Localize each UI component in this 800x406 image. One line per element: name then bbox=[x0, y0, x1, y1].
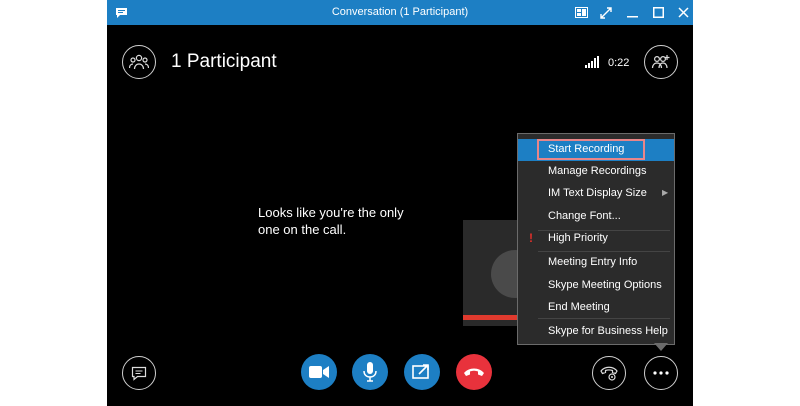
menu-item-meeting-entry-info[interactable]: Meeting Entry Info bbox=[518, 252, 674, 274]
participants-button[interactable] bbox=[122, 45, 156, 79]
self-video-tile bbox=[463, 220, 519, 326]
mic-button[interactable] bbox=[352, 354, 388, 390]
call-controls-button[interactable] bbox=[592, 356, 626, 390]
tile-status-bar bbox=[463, 315, 519, 320]
participants-icon bbox=[129, 54, 149, 70]
menu-item-manage-recordings[interactable]: Manage Recordings bbox=[518, 161, 674, 183]
alone-message-line2: one on the call. bbox=[258, 222, 347, 237]
alone-message: Looks like you're the only one on the ca… bbox=[258, 204, 448, 238]
menu-item-label: End Meeting bbox=[548, 301, 610, 313]
menu-item-high-priority[interactable]: ! High Priority bbox=[518, 228, 674, 250]
more-options-icon bbox=[653, 371, 669, 375]
menu-item-label: Skype Meeting Options bbox=[548, 279, 662, 291]
share-screen-button[interactable] bbox=[404, 354, 440, 390]
hang-up-icon bbox=[464, 368, 484, 376]
menu-item-change-font[interactable]: Change Font... bbox=[518, 206, 674, 228]
add-people-icon bbox=[651, 55, 670, 69]
priority-icon: ! bbox=[529, 231, 533, 245]
full-screen-icon[interactable] bbox=[598, 0, 614, 25]
menu-item-skype-for-business-help[interactable]: Skype for Business Help bbox=[518, 321, 674, 343]
video-button[interactable] bbox=[301, 354, 337, 390]
menu-item-label: Meeting Entry Info bbox=[548, 256, 638, 268]
layout-icon[interactable] bbox=[573, 0, 589, 25]
video-camera-icon bbox=[309, 366, 329, 378]
hang-up-button[interactable] bbox=[456, 354, 492, 390]
minimize-icon[interactable] bbox=[624, 0, 640, 25]
menu-item-end-meeting[interactable]: End Meeting bbox=[518, 297, 674, 319]
signal-strength-icon bbox=[585, 56, 599, 68]
conversation-window: Conversation (1 Participant) 1 Participa… bbox=[107, 0, 693, 406]
participants-count: 1 Participant bbox=[171, 51, 277, 72]
menu-item-label: IM Text Display Size bbox=[548, 187, 647, 199]
chat-bubble-icon bbox=[131, 366, 147, 381]
chat-button[interactable] bbox=[122, 356, 156, 390]
menu-item-label: Change Font... bbox=[548, 210, 621, 222]
share-screen-icon bbox=[412, 364, 429, 379]
menu-item-im-text-display-size[interactable]: IM Text Display Size ▶ bbox=[518, 183, 674, 205]
alone-message-line1: Looks like you're the only bbox=[258, 205, 404, 220]
maximize-icon[interactable] bbox=[650, 0, 666, 25]
submenu-arrow-icon: ▶ bbox=[662, 188, 669, 197]
highlight-box bbox=[537, 139, 645, 160]
avatar bbox=[491, 250, 519, 298]
microphone-icon bbox=[363, 362, 377, 382]
menu-item-label: Manage Recordings bbox=[548, 165, 647, 177]
call-controls-icon bbox=[600, 366, 618, 381]
menu-pointer bbox=[654, 343, 668, 351]
close-icon[interactable] bbox=[675, 0, 691, 25]
menu-item-label: Skype for Business Help bbox=[548, 325, 668, 337]
menu-item-label: High Priority bbox=[548, 232, 608, 244]
more-options-button[interactable] bbox=[644, 356, 678, 390]
more-options-menu: Start Recording Manage Recordings IM Tex… bbox=[517, 133, 675, 345]
add-people-button[interactable] bbox=[644, 45, 678, 79]
call-timer: 0:22 bbox=[608, 57, 630, 69]
title-bar: Conversation (1 Participant) bbox=[107, 0, 693, 25]
menu-item-skype-meeting-options[interactable]: Skype Meeting Options bbox=[518, 275, 674, 297]
menu-separator bbox=[538, 318, 670, 319]
